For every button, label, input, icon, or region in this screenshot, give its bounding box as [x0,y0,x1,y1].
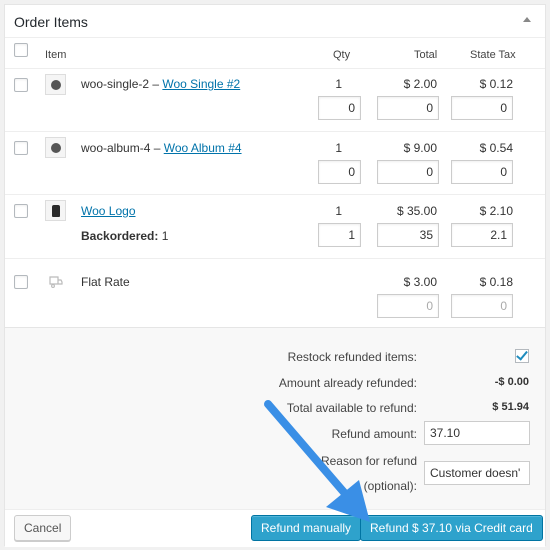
item-meta: Backordered: 1 [81,229,168,243]
shirt-icon [52,205,60,217]
divider [5,131,545,132]
refund-total-input[interactable]: 0 [377,160,439,184]
panel-footer: Cancel Refund manually Refund $ 37.10 vi… [5,509,545,547]
column-header-qty: Qty [333,49,351,61]
refund-qty-input[interactable]: 1 [318,223,361,247]
panel-header: Order Items [5,5,545,38]
refund-amount-label: Refund amount: [331,427,417,441]
item-meta-value: 1 [158,229,169,243]
restock-checkbox[interactable] [515,348,529,363]
item-qty: 1 [335,204,342,218]
refund-amount-input[interactable]: 37.10 [424,421,530,445]
product-image-icon [51,80,61,90]
collapse-toggle-icon[interactable] [523,17,531,22]
product-link[interactable]: Woo Single #2 [162,77,240,91]
item-sku: woo-single-2 – [81,77,163,91]
order-items-panel: Order Items Item Qty Total State Tax woo… [4,4,546,547]
refund-qty-input[interactable]: 0 [318,160,361,184]
row-checkbox[interactable] [14,141,28,155]
product-link[interactable]: Woo Logo [81,204,136,218]
available-to-refund-value: $ 51.94 [492,401,529,413]
refund-shipping-tax-input[interactable]: 0 [451,294,513,318]
shipping-total: $ 3.00 [403,275,437,289]
row-checkbox[interactable] [14,78,28,92]
refund-reason-input[interactable]: Customer doesn' [424,461,530,485]
divider [5,68,545,69]
product-thumbnail [45,200,66,221]
item-tax: $ 2.10 [479,204,513,218]
column-header-state-tax: State Tax [470,49,516,61]
checkmark-icon [516,348,528,361]
refund-section: Restock refunded items: Amount already r… [5,327,545,509]
item-name: woo-single-2 – Woo Single #2 [81,77,240,91]
item-name: Woo Logo [81,204,136,218]
refund-tax-input[interactable]: 0 [451,160,513,184]
item-meta-label: Backordered: [81,229,159,243]
refund-shipping-total-input[interactable]: 0 [377,294,439,318]
refund-via-gateway-button[interactable]: Refund $ 37.10 via Credit card [360,515,543,541]
item-sku: woo-album-4 – [81,141,164,155]
already-refunded-value: -$ 0.00 [494,376,529,388]
shipping-tax: $ 0.18 [479,275,513,289]
item-total: $ 9.00 [403,141,437,155]
item-total: $ 35.00 [396,204,437,218]
product-image-icon [51,143,61,153]
row-checkbox[interactable] [14,275,28,289]
divider [5,194,545,195]
already-refunded-label: Amount already refunded: [278,376,417,390]
product-thumbnail [45,137,66,158]
select-all-checkbox[interactable] [14,43,28,57]
item-qty: 1 [335,77,342,91]
shipping-method-name: Flat Rate [81,275,130,289]
product-thumbnail [45,74,66,95]
column-header-total: Total [414,49,438,61]
refund-manually-button[interactable]: Refund manually [251,515,362,541]
refund-reason-label: Reason for refund [320,454,417,468]
refund-tax-input[interactable]: 2.1 [451,223,513,247]
item-total: $ 2.00 [403,77,437,91]
refund-tax-input[interactable]: 0 [451,96,513,120]
refund-total-input[interactable]: 35 [377,223,439,247]
product-link[interactable]: Woo Album #4 [164,141,242,155]
row-checkbox[interactable] [14,204,28,218]
shipping-icon [49,276,63,288]
column-header-item: Item [45,49,67,61]
item-tax: $ 0.12 [479,77,513,91]
refund-total-input[interactable]: 0 [377,96,439,120]
panel-title: Order Items [14,14,88,30]
item-tax: $ 0.54 [479,141,513,155]
divider [5,258,545,259]
refund-reason-label-optional: (optional): [363,479,417,493]
cancel-button[interactable]: Cancel [14,515,72,541]
item-name: woo-album-4 – Woo Album #4 [81,141,242,155]
refund-qty-input[interactable]: 0 [318,96,361,120]
available-to-refund-label: Total available to refund: [286,401,417,415]
item-qty: 1 [335,141,342,155]
restock-label: Restock refunded items: [287,350,417,364]
